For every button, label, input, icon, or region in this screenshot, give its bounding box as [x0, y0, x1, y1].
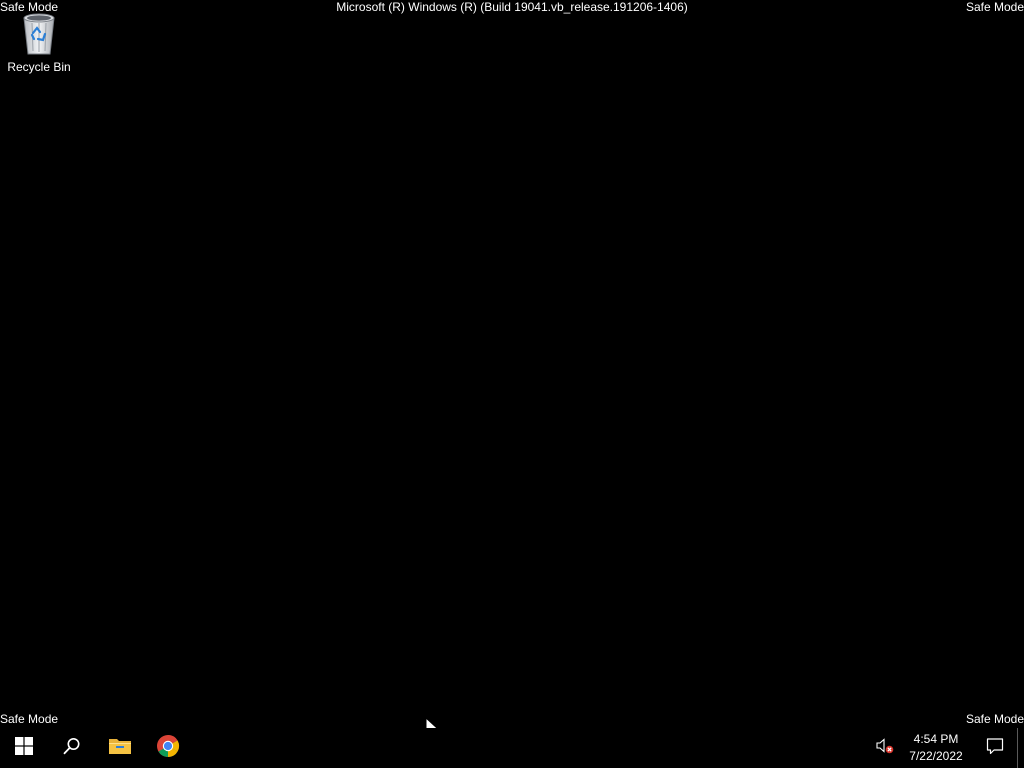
- desktop-icon-recycle-bin[interactable]: Recycle Bin: [4, 10, 74, 74]
- taskbar: 4:54 PM 7/22/2022: [0, 728, 1024, 768]
- windows-logo-icon: [15, 736, 33, 760]
- taskbar-clock[interactable]: 4:54 PM 7/22/2022: [899, 728, 973, 768]
- safe-mode-label-top-right: Safe Mode: [965, 0, 1024, 14]
- volume-button[interactable]: [871, 728, 899, 768]
- search-button[interactable]: [48, 728, 96, 768]
- build-watermark: Microsoft (R) Windows (R) (Build 19041.v…: [336, 0, 688, 14]
- file-explorer-button[interactable]: [96, 728, 144, 768]
- clock-date: 7/22/2022: [909, 749, 963, 763]
- clock-time: 4:54 PM: [913, 732, 959, 746]
- search-icon: [63, 737, 81, 760]
- folder-icon: [108, 736, 132, 761]
- action-center-icon: [986, 737, 1004, 760]
- recycle-bin-icon: [17, 10, 61, 56]
- chrome-button[interactable]: [144, 728, 192, 768]
- desktop[interactable]: Microsoft (R) Windows (R) (Build 19041.v…: [0, 0, 1024, 728]
- volume-muted-icon: [876, 737, 894, 759]
- action-center-button[interactable]: [973, 728, 1017, 768]
- start-button[interactable]: [0, 728, 48, 768]
- safe-mode-label-bottom-right: Safe Mode: [965, 712, 1024, 726]
- chrome-icon: [156, 734, 180, 763]
- desktop-icon-label: Recycle Bin: [7, 60, 71, 74]
- show-desktop-button[interactable]: [1017, 728, 1024, 768]
- safe-mode-label-bottom-left: Safe Mode: [0, 712, 59, 726]
- system-tray: 4:54 PM 7/22/2022: [871, 728, 1024, 768]
